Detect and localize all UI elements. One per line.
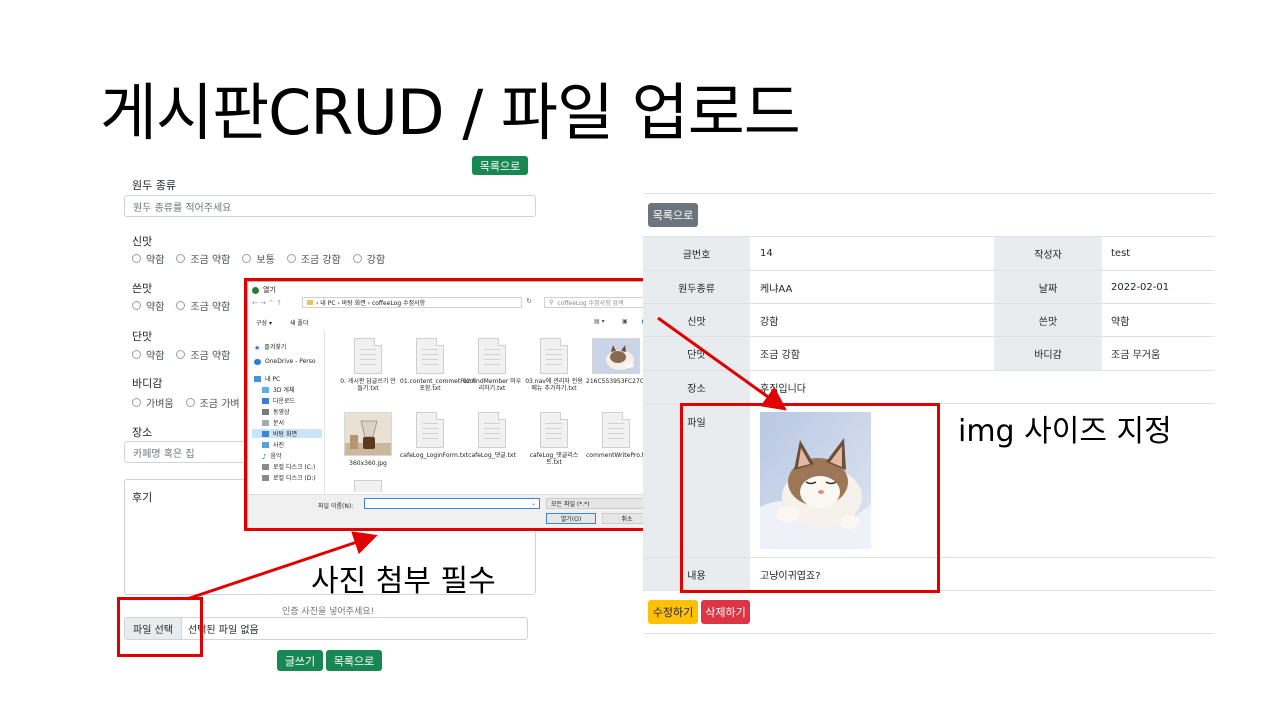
bitter-radio-group: 약함 조금 약함 [132,298,242,313]
submit-button[interactable]: 글쓰기 [277,650,323,671]
bitter-option[interactable]: 조금 약함 [176,298,230,313]
sour-option[interactable]: 조금 강함 [286,251,341,266]
sour-option[interactable]: 약함 [132,251,164,266]
body-label: 바디감 [132,377,163,390]
cell-value: 14 [760,248,773,259]
sour-option[interactable]: 보통 [242,251,275,266]
radio-icon[interactable] [286,254,296,263]
photo-hint: 인증 사진을 넣어주세요! [282,607,375,617]
callout-upload-text: 사진 첨부 필수 [311,564,496,599]
cell-label: 쓴맛 [994,304,1102,336]
cell-label: 바디감 [994,337,1102,370]
sour-option[interactable]: 조금 약함 [176,251,230,266]
divider [643,633,1214,634]
edit-button[interactable]: 수정하기 [648,600,698,624]
place-label: 장소 [132,426,153,439]
cell-value: 2022-02-01 [1111,281,1170,293]
cell-label: 작성자 [994,237,1102,270]
radio-icon[interactable] [176,350,186,359]
body-option[interactable]: 조금 가벼 [185,395,240,410]
cell-label: 원두종류 [643,271,750,303]
radio-icon[interactable] [132,350,141,359]
bitter-option[interactable]: 약함 [132,298,164,313]
cell-value: 약함 [1111,316,1130,328]
bean-input[interactable]: 원두 종류를 적어주세요 [124,195,536,217]
cell-label: 장소 [643,371,750,403]
sour-radio-group: 약함 조금 약함 보통 조금 강함 강함 [132,251,397,266]
sweet-option[interactable]: 조금 약함 [176,347,230,362]
radio-icon[interactable] [132,398,141,407]
dialog-highlight [244,278,663,531]
cell-value: 후집입니다 [760,383,806,395]
slide-title: 게시판CRUD / 파일 업로드 [100,76,801,149]
place-input[interactable]: 카페명 혹은 집 [124,441,248,463]
sweet-radio-group: 약함 조금 약함 [132,347,242,362]
sour-option[interactable]: 강함 [352,251,385,266]
review-label: 후기 [132,491,153,504]
cell-label: 단맛 [643,337,750,370]
bitter-label: 쓴맛 [132,282,153,295]
radio-icon[interactable] [132,254,141,263]
list-button-bottom[interactable]: 목록으로 [326,650,382,671]
callout-img-text: img 사이즈 지정 [958,414,1172,449]
radio-icon[interactable] [176,301,186,310]
cell-label: 날짜 [994,271,1102,303]
radio-icon[interactable] [352,254,362,263]
file-select-highlight [117,597,203,657]
cell-value: test [1111,248,1131,259]
body-option[interactable]: 가벼움 [132,395,174,410]
radio-icon[interactable] [132,301,141,310]
divider [643,193,1214,194]
cell-label: 신맛 [643,304,750,336]
detail-list-button[interactable]: 목록으로 [648,203,698,227]
file-content-highlight [680,403,940,593]
radio-icon[interactable] [242,254,252,263]
sweet-label: 단맛 [132,330,153,343]
sweet-option[interactable]: 약함 [132,347,164,362]
sour-label: 신맛 [132,235,153,248]
radio-icon[interactable] [185,398,195,407]
list-button-top[interactable]: 목록으로 [472,156,528,175]
cell-value: 강함 [760,316,779,328]
cell-value: 케냐AA [760,283,793,295]
bean-label: 원두 종류 [132,179,176,192]
radio-icon[interactable] [176,254,186,263]
delete-button[interactable]: 삭제하기 [701,600,750,624]
cell-value: 조금 강함 [760,350,800,361]
cell-value: 조금 무거움 [1111,350,1161,361]
cell-label: 글번호 [643,237,750,270]
body-radio-group: 가벼움 조금 가벼 [132,395,252,410]
